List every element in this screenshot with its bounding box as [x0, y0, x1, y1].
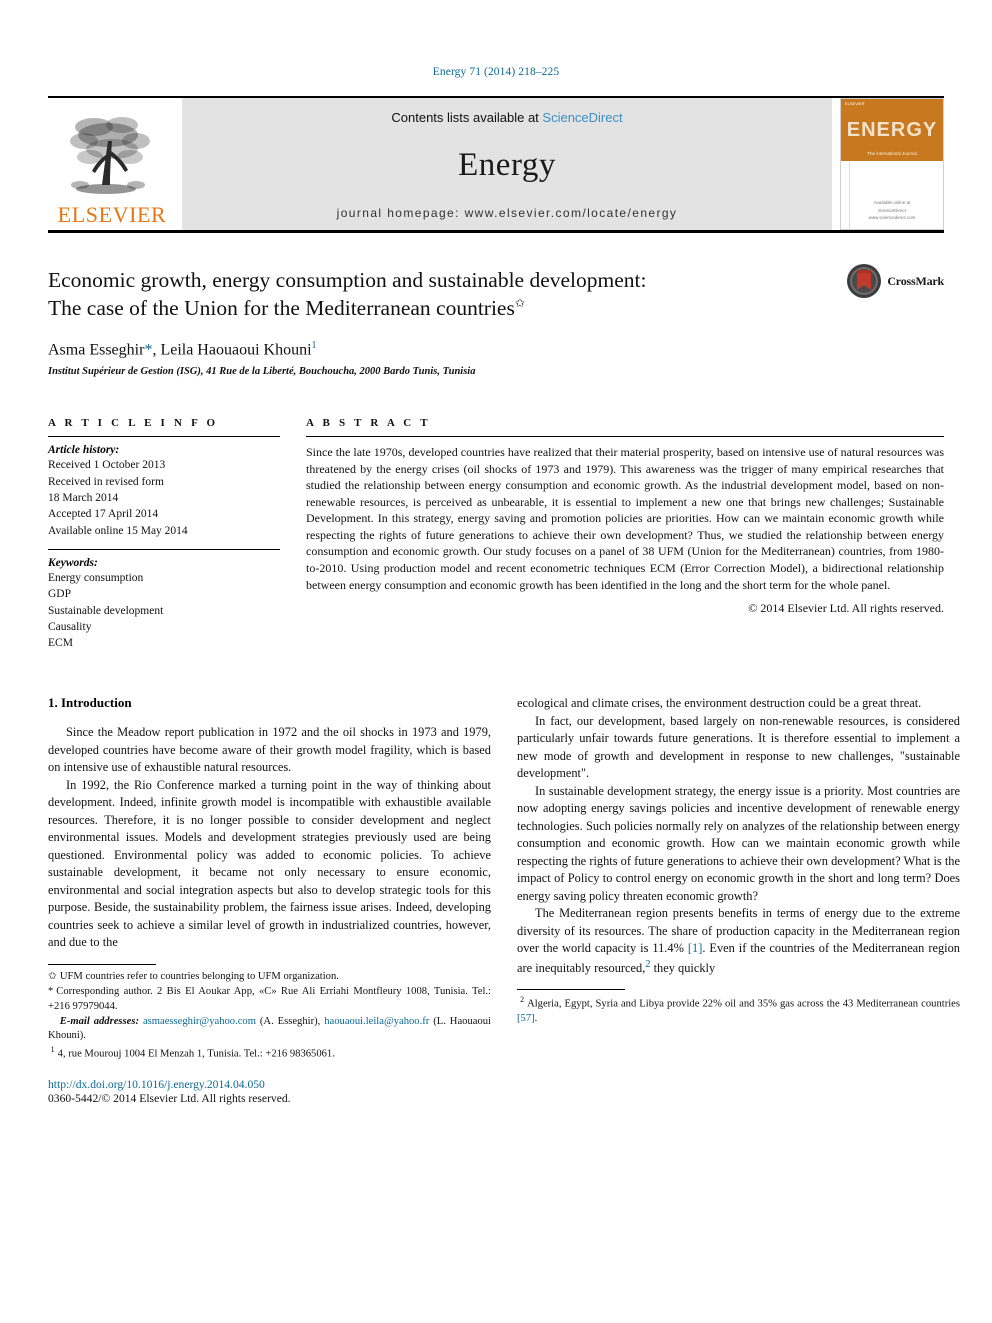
affiliation: Institut Supérieur de Gestion (ISG), 41 … — [48, 366, 476, 378]
keyword-item: ECM — [48, 637, 73, 650]
elsevier-logo: ELSEVIER — [48, 98, 176, 230]
cover-orange-band: ELSEVIER ENERGY The international Journa… — [841, 99, 943, 161]
email-addresses-label: E-mail addresses: — [59, 1016, 140, 1027]
abstract-rule — [306, 436, 944, 438]
footnote-separator-rule — [48, 963, 156, 965]
footnote-text: Algeria, Egypt, Syria and Libya provide … — [527, 998, 960, 1010]
crossmark-badge[interactable]: CrossMark — [846, 263, 944, 299]
footnote-item: * Corresponding author. 2 Bis El Aoukar A… — [48, 985, 491, 1014]
cover-white-body: Available online at ScienceDirect www.sc… — [841, 161, 943, 229]
keyword-item: GDP — [48, 588, 72, 601]
history-item: Available online 15 May 2014 — [48, 524, 188, 537]
cover-publisher-mark: ELSEVIER — [845, 101, 865, 106]
keywords-label: Keywords: — [48, 556, 98, 569]
article-history-label: Article history: — [48, 444, 120, 457]
elsevier-tree-icon — [70, 117, 150, 194]
footnote-emails: E-mail addresses: asmaesseghir@yahoo.com… — [48, 1015, 491, 1044]
running-head: Energy 71 (2014) 218–225 — [432, 66, 560, 78]
issn-copyright-line: 0360-5442/© 2014 Elsevier Ltd. All right… — [48, 1091, 291, 1105]
footnote-marker: * — [48, 986, 54, 998]
footnote-item: 2 Algeria, Egypt, Syria and Libya provide… — [517, 995, 960, 1026]
article-info-heading: A R T I C L E I N F O — [48, 417, 219, 430]
footnote-text-end: . — [534, 1013, 538, 1025]
journal-cover-thumbnail: ELSEVIER ENERGY The international Journa… — [840, 98, 944, 230]
author-list: Asma Esseghir*, Leila Haouaoui Khouni1 — [48, 340, 944, 359]
cover-footer: Available online at ScienceDirect www.sc… — [841, 199, 943, 221]
author-1: Asma Esseghir — [48, 341, 145, 359]
paragraph: Since the Meadow report publication in 1… — [48, 725, 491, 775]
citation-ref-57[interactable]: [57] — [517, 1013, 535, 1024]
paragraph: ecological and climate crises, the envir… — [517, 696, 922, 711]
masthead-center-panel: Contents lists available at ScienceDirec… — [182, 98, 832, 230]
doi-link[interactable]: http://dx.doi.org/10.1016/j.energy.2014.… — [48, 1078, 491, 1091]
masthead-bottom-rule — [48, 230, 944, 233]
keyword-item: Energy consumption — [48, 571, 144, 584]
abstract-heading: A B S T R A C T — [306, 417, 431, 430]
cover-footer-line2: ScienceDirect — [878, 207, 906, 213]
paragraph: In sustainable development strategy, the… — [517, 783, 960, 903]
abstract-text: Since the late 1970s, developed countrie… — [306, 445, 944, 592]
paper-title-line2: The case of the Union for the Mediterran… — [48, 295, 515, 320]
article-info-rule — [48, 436, 280, 438]
body-column-left: 1. Introduction Since the Meadow report … — [48, 695, 491, 1105]
keywords-rule — [48, 548, 280, 550]
contents-available-line: Contents lists available at ScienceDirec… — [391, 110, 622, 125]
footnote-item: ✩ UFM countries refer to countries belong… — [48, 970, 491, 984]
email-link-khouni[interactable]: haouaoui.leila@yahoo.fr — [324, 1016, 429, 1027]
article-body: 1. Introduction Since the Meadow report … — [48, 695, 960, 1105]
citation-ref-1[interactable]: [1] — [688, 941, 702, 955]
cover-journal-title: ENERGY — [846, 119, 938, 141]
abstract-copyright: © 2014 Elsevier Ltd. All rights reserved… — [748, 601, 944, 616]
paragraph-text-c: they quickly — [650, 960, 716, 975]
footnote-text: 4, rue Mourouj 1004 El Menzah 1, Tunisia… — [57, 1048, 335, 1060]
crossmark-icon — [847, 264, 882, 298]
keyword-item: Causality — [48, 620, 92, 633]
paragraph: In 1992, the Rio Conference marked a tur… — [48, 777, 491, 950]
footnote-marker: ✩ — [48, 970, 57, 982]
journal-masthead: ELSEVIER Contents lists available at Sci… — [48, 96, 944, 233]
footnote-item: 1 4, rue Mourouj 1004 El Menzah 1, Tunisi… — [48, 1045, 491, 1062]
elsevier-wordmark: ELSEVIER — [57, 202, 167, 227]
cover-footer-line3: www.sciencedirect.com — [868, 214, 916, 220]
history-item: Accepted 17 April 2014 — [48, 508, 159, 521]
footnotes-right: 2 Algeria, Egypt, Syria and Libya provide… — [517, 989, 960, 1026]
footnotes-left: ✩ UFM countries refer to countries belong… — [48, 963, 491, 1105]
paper-title-line1: Economic growth, energy consumption and … — [48, 268, 647, 292]
author-2: , Leila Haouaoui Khouni — [152, 341, 312, 359]
page-title: Economic growth, energy consumption and … — [48, 267, 818, 323]
history-item: 18 March 2014 — [48, 491, 119, 504]
body-column-right: ecological and climate crises, the envir… — [517, 695, 960, 1104]
doi-block: http://dx.doi.org/10.1016/j.energy.2014.… — [48, 1078, 491, 1105]
cover-subtitle: The international Journal — [867, 151, 917, 156]
contents-prefix: Contents lists available at — [391, 110, 543, 125]
journal-homepage-link[interactable]: journal homepage: www.elsevier.com/locat… — [337, 206, 678, 220]
info-abstract-section: A R T I C L E I N F O Article history: R… — [48, 417, 944, 651]
footnote-marker: 2 — [520, 995, 525, 1005]
keyword-item: Sustainable development — [48, 604, 164, 617]
paragraph: In fact, our development, based largely … — [517, 713, 960, 781]
cover-footer-line1: Available online at — [873, 200, 911, 206]
paper-page: Energy 71 (2014) 218–225 ELSEVIER Conten… — [0, 0, 992, 1323]
history-item: Received 1 October 2013 — [48, 459, 166, 472]
title-block: CrossMark Economic growth, energy consum… — [48, 264, 944, 378]
section-heading-introduction: 1. Introduction — [48, 695, 132, 711]
footnote-text: Corresponding author. 2 Bis El Aoukar Ap… — [48, 986, 491, 1012]
author-2-affiliation-marker[interactable]: 1 — [312, 340, 317, 351]
paragraph-with-citation: The Mediterranean region presents benefi… — [517, 905, 960, 977]
article-info-column: A R T I C L E I N F O Article history: R… — [48, 417, 280, 651]
email-1-owner: (A. Esseghir), — [255, 1016, 325, 1027]
history-item: Received in revised form — [48, 475, 164, 488]
footnote-marker: 1 — [50, 1044, 55, 1054]
email-link-esseghir[interactable]: asmaesseghir@yahoo.com — [143, 1016, 256, 1027]
title-footnote-marker[interactable]: ✩ — [515, 296, 525, 310]
sciencedirect-link[interactable]: ScienceDirect — [542, 110, 622, 125]
crossmark-label: CrossMark — [887, 273, 944, 288]
footnote-separator-rule — [517, 989, 625, 991]
abstract-column: A B S T R A C T Since the late 1970s, de… — [306, 417, 944, 651]
footnote-text: UFM countries refer to countries belongi… — [59, 970, 339, 982]
journal-title: Energy — [458, 147, 556, 183]
